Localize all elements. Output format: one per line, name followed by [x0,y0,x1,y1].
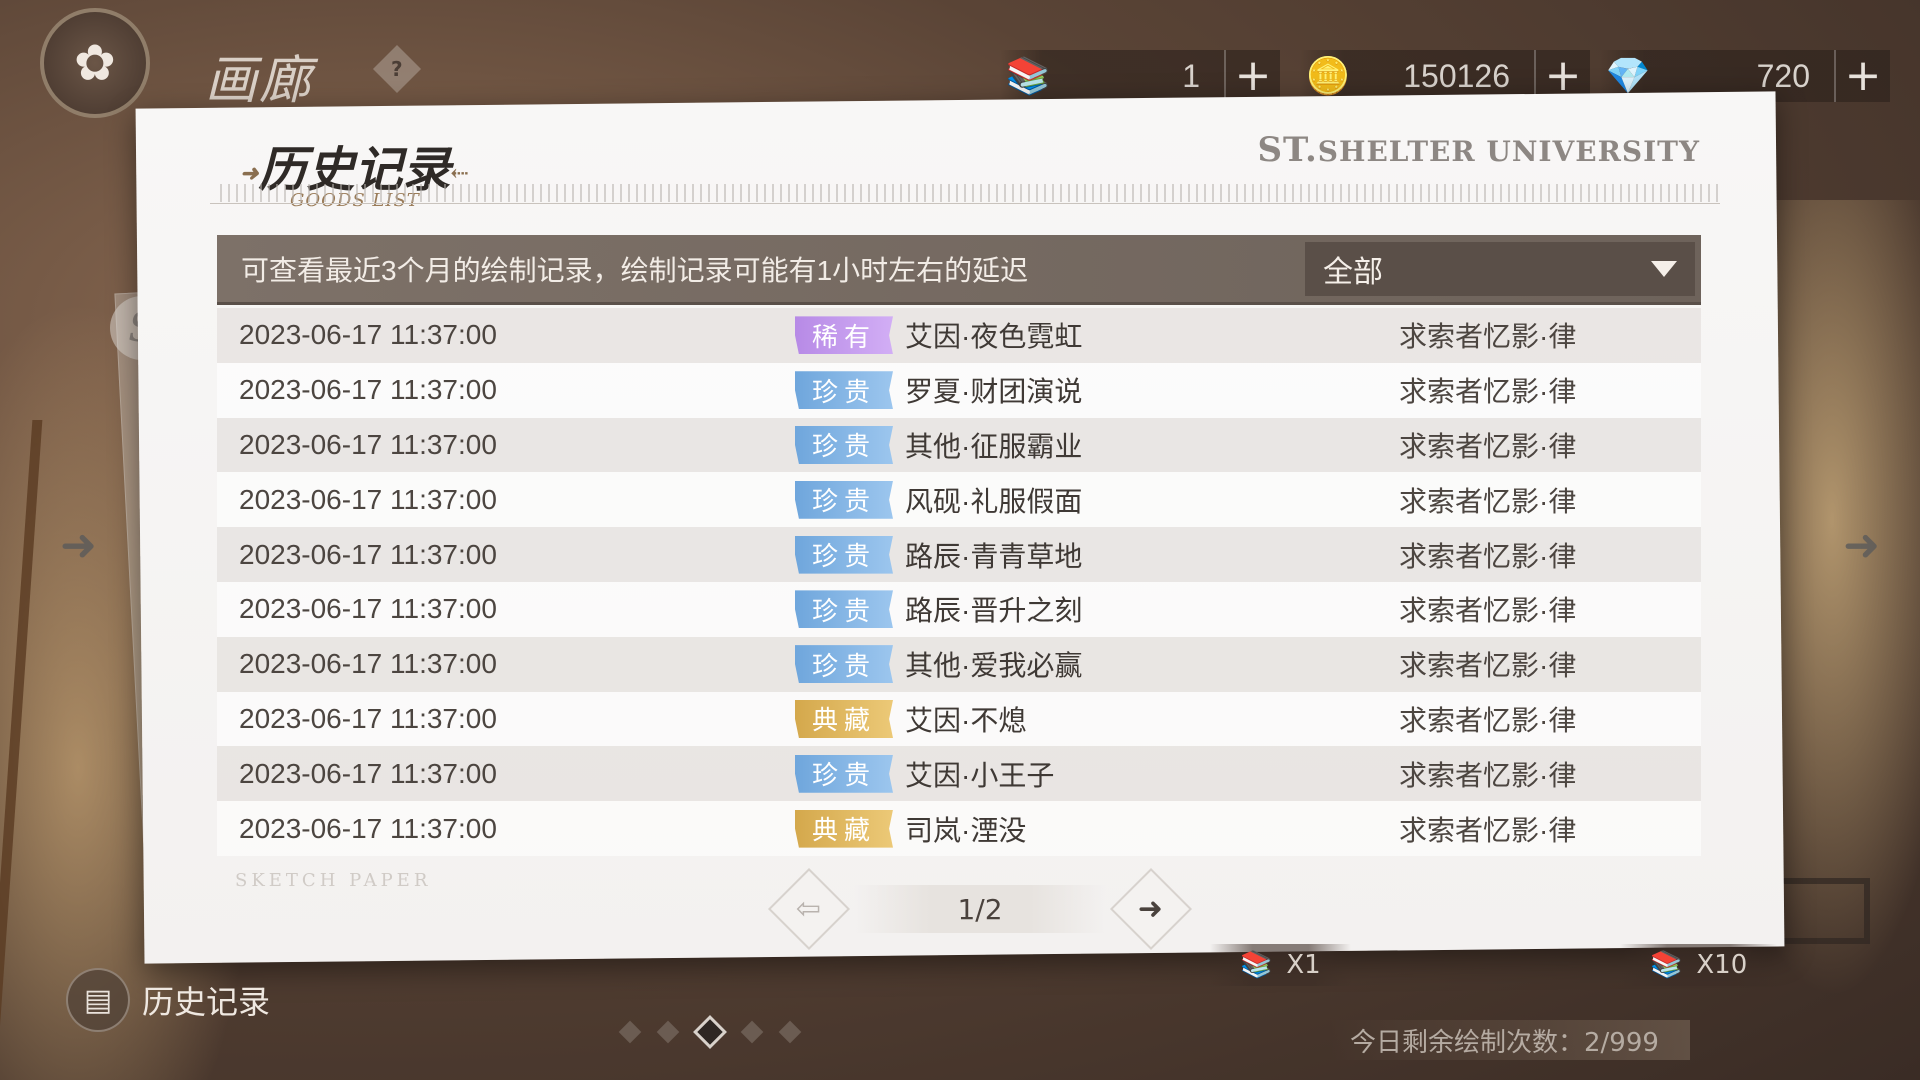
pool-name: 求索者忆影·律 [1399,814,1577,846]
pool-name: 求索者忆影·律 [1399,430,1577,462]
item-name: 司岚·湮没 [905,814,1027,846]
pool-name: 求索者忆影·律 [1399,540,1577,572]
next-page-button[interactable]: ➜ [1109,867,1193,951]
arrow-right-icon: ➜ [1138,891,1164,927]
table-row: 2023-06-17 11:37:00 稀有 艾因·夜色霓虹 求索者忆影·律 [217,308,1701,363]
history-panel: ➜历史记录⇠ GOODS LIST ST.SHELTER UNIVERSITY … [135,91,1785,964]
table-row: 2023-06-17 11:37:00 珍贵 其他·爱我必赢 求索者忆影·律 [217,636,1701,692]
arrow-deco-icon: ➜ [240,160,259,187]
pool-name: 求索者忆影·律 [1399,650,1577,682]
paint-ticket-icon: 📚 [1650,950,1683,980]
record-time: 2023-06-17 11:37:00 [239,648,497,680]
rarity-badge: 稀有 [795,316,893,354]
arrow-left-icon: ⇦ [796,891,822,927]
record-time: 2023-06-17 11:37:00 [239,593,497,625]
history-label: 历史记录 [142,983,271,1021]
help-button[interactable]: ? [372,44,422,94]
history-icon: ▤ [66,968,130,1032]
item-name: 风砚·礼服假面 [905,485,1083,517]
record-time: 2023-06-17 11:37:00 [239,374,497,406]
item-name: 其他·爱我必赢 [905,650,1083,682]
pool-name: 求索者忆影·律 [1399,704,1577,736]
page-dot[interactable] [618,1020,642,1044]
record-time: 2023-06-17 11:37:00 [239,538,497,570]
ruler-decoration [220,184,1720,202]
remaining-draws: 今日剩余绘制次数：2/999 [1330,1020,1690,1060]
rarity-badge: 珍贵 [795,645,893,683]
table-row: 2023-06-17 11:37:00 珍贵 罗夏·财团演说 求索者忆影·律 [217,362,1701,418]
page-dot[interactable] [656,1020,680,1044]
arrow-deco-icon: ⇠ [450,160,469,187]
record-time: 2023-06-17 11:37:00 [239,428,497,460]
table-row: 2023-06-17 11:37:00 典藏 司岚·湮没 求索者忆影·律 [217,801,1701,856]
add-ticket-button[interactable]: + [1224,50,1280,102]
pool-name: 求索者忆影·律 [1399,595,1577,627]
rarity-badge: 珍贵 [795,536,893,574]
record-time: 2023-06-17 11:37:00 [239,702,497,734]
draw-x1-label: X1 [1286,950,1321,980]
draw-x10-button[interactable]: 📚 X10 [1620,944,1778,986]
right-arrow-icon[interactable]: ➜ [1843,520,1880,571]
page-dot[interactable] [740,1020,764,1044]
page-indicator: 1/2 [854,885,1106,933]
gem-count: 720 [1756,57,1810,94]
pool-name: 求索者忆影·律 [1399,485,1577,517]
table-row: 2023-06-17 11:37:00 珍贵 其他·征服霸业 求索者忆影·律 [217,417,1701,473]
carousel-dots [618,1015,802,1049]
paint-ticket-icon: 📚 [1005,56,1051,97]
caret-down-icon [1651,260,1677,277]
sketch-paper-watermark: SKETCH PAPER [235,870,432,891]
prev-page-button[interactable]: ⇦ [767,867,851,951]
record-time: 2023-06-17 11:37:00 [239,483,497,515]
table-row: 2023-06-17 11:37:00 珍贵 路辰·晋升之刻 求索者忆影·律 [217,581,1701,637]
pool-name: 求索者忆影·律 [1399,759,1577,791]
pagination: ⇦ 1/2 ➜ [767,867,1193,951]
table-row: 2023-06-17 11:37:00 珍贵 风砚·礼服假面 求索者忆影·律 [217,472,1701,528]
page-dot[interactable] [693,1015,727,1049]
frame-decoration [1770,878,1870,944]
rarity-badge: 珍贵 [795,590,893,628]
rarity-badge: 珍贵 [795,481,893,519]
brand-logo: ST.SHELTER UNIVERSITY [1257,130,1700,170]
table-row: 2023-06-17 11:37:00 珍贵 路辰·青青草地 求索者忆影·律 [217,527,1701,582]
draw-x10-label: X10 [1696,950,1748,980]
table-row: 2023-06-17 11:37:00 珍贵 艾因·小王子 求索者忆影·律 [217,746,1701,802]
filter-value: 全部 [1323,254,1383,290]
coin-count: 150126 [1403,57,1510,94]
rarity-badge: 典藏 [795,810,893,848]
item-name: 其他·征服霸业 [905,430,1083,462]
record-time: 2023-06-17 11:37:00 [239,812,497,844]
butterfly-emblem-icon[interactable]: ✿ [40,8,150,118]
item-name: 罗夏·财团演说 [905,376,1083,408]
paint-ticket-icon: 📚 [1240,950,1273,980]
rarity-badge: 珍贵 [795,371,893,409]
records-table: 2023-06-17 11:37:00 稀有 艾因·夜色霓虹 求索者忆影·律 2023-… [217,308,1701,856]
ticket-count: 1 [1182,57,1200,94]
rarity-badge: 珍贵 [795,755,893,793]
record-time: 2023-06-17 11:37:00 [239,319,497,351]
filter-dropdown[interactable]: 全部 [1305,241,1695,296]
pool-name: 求索者忆影·律 [1399,376,1577,408]
currency-ticket: 📚 1 + [1000,50,1280,102]
left-arrow-icon[interactable]: ➜ [60,520,97,571]
coin-icon: 🪙 [1305,56,1351,97]
table-row: 2023-06-17 11:37:00 典藏 艾因·不熄 求索者忆影·律 [217,691,1701,747]
history-button[interactable]: ▤ 历史记录 [66,968,270,1032]
pool-name: 求索者忆影·律 [1399,321,1577,353]
rarity-badge: 典藏 [795,700,893,738]
page-dot[interactable] [778,1020,802,1044]
item-name: 路辰·青青草地 [905,540,1083,572]
notice-bar: 可查看最近3个月的绘制记录，绘制记录可能有1小时左右的延迟 全部 [217,235,1701,305]
item-name: 艾因·夜色霓虹 [905,321,1083,353]
divider [210,203,1720,204]
notice-text: 可查看最近3个月的绘制记录，绘制记录可能有1小时左右的延迟 [241,254,1029,286]
item-name: 艾因·不熄 [905,704,1027,736]
draw-x1-button[interactable]: 📚 X1 [1210,944,1351,986]
rarity-badge: 珍贵 [795,426,893,464]
item-name: 艾因·小王子 [905,759,1055,791]
item-name: 路辰·晋升之刻 [905,595,1083,627]
record-time: 2023-06-17 11:37:00 [239,757,497,789]
add-gem-button[interactable]: + [1834,50,1890,102]
